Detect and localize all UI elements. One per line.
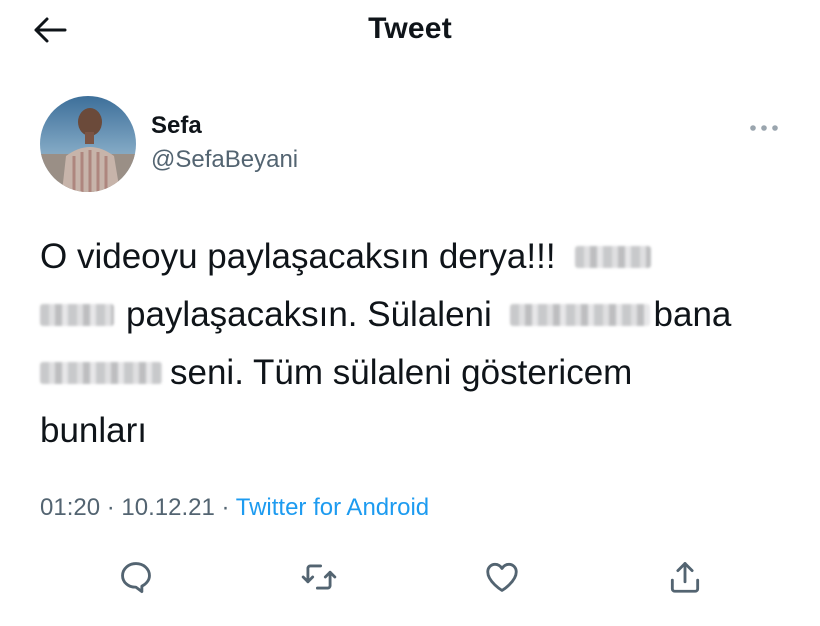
tweet-text: O videoyu paylaşacaksın derya!!! paylaşa… <box>40 228 785 460</box>
reply-icon <box>121 562 151 593</box>
tweet-source-link[interactable]: Twitter for Android <box>236 494 429 521</box>
tweet-meta: 01:20 · 10.12.21 · Twitter for Android <box>40 494 429 522</box>
meta-separator: · <box>221 494 230 521</box>
heart-icon <box>486 562 518 592</box>
retweet-button[interactable] <box>297 555 341 599</box>
tweet-header: Tweet <box>0 0 820 62</box>
blurred-word <box>40 361 162 384</box>
tweet-line: O videoyu paylaşacaksın derya!!! <box>40 228 785 286</box>
author-handle[interactable]: @SefaBeyani <box>151 146 298 174</box>
tweet-text-segment: O videoyu paylaşacaksın derya!!! <box>40 237 556 276</box>
tweet-text-segment: paylaşacaksın. Sülaleni <box>126 295 492 334</box>
blurred-word <box>575 245 652 268</box>
avatar-image <box>40 96 136 192</box>
blurred-word <box>509 303 650 326</box>
more-dots-icon <box>750 125 778 131</box>
tweet-line: bunları <box>40 402 785 460</box>
tweet-text-segment: bunları <box>40 411 148 450</box>
avatar[interactable] <box>40 96 136 192</box>
tweet-text-segment: bana <box>653 295 732 334</box>
page-title: Tweet <box>368 12 452 45</box>
tweet-time[interactable]: 01:20 <box>40 494 100 521</box>
blurred-word <box>40 303 114 326</box>
tweet-line: seni. Tüm sülaleni göstericem <box>40 344 785 402</box>
tweet-date[interactable]: 10.12.21 <box>121 494 214 521</box>
share-button[interactable] <box>663 555 707 599</box>
tweet-line: paylaşacaksın. Sülaleni bana <box>40 286 785 344</box>
retweet-icon <box>301 564 337 590</box>
like-button[interactable] <box>480 555 524 599</box>
author-name[interactable]: Sefa <box>151 112 202 140</box>
reply-button[interactable] <box>114 555 158 599</box>
more-options-button[interactable] <box>742 116 786 140</box>
tweet-actions <box>0 555 820 599</box>
tweet-text-segment: seni. Tüm sülaleni göstericem <box>170 353 633 392</box>
share-icon <box>670 562 700 593</box>
meta-separator: · <box>106 494 115 521</box>
